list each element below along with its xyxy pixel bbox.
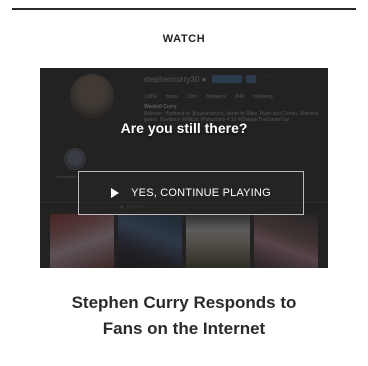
headline-line-2: Fans on the Internet bbox=[102, 319, 266, 338]
continue-playing-button[interactable]: YES, CONTINUE PLAYING bbox=[78, 171, 304, 215]
article-headline[interactable]: Stephen Curry Responds to Fans on the In… bbox=[0, 290, 368, 342]
play-icon bbox=[111, 188, 120, 198]
section-label: WATCH bbox=[162, 33, 206, 45]
video-player[interactable]: stephencurry30 ● ··· 1,864 posts 33m fol… bbox=[40, 68, 328, 268]
headline-line-1: Stephen Curry Responds to bbox=[71, 293, 297, 312]
video-dim-overlay bbox=[40, 68, 328, 268]
still-there-prompt: Are you still there? bbox=[120, 120, 248, 136]
top-divider bbox=[12, 8, 356, 10]
continue-playing-label: YES, CONTINUE PLAYING bbox=[131, 187, 271, 199]
